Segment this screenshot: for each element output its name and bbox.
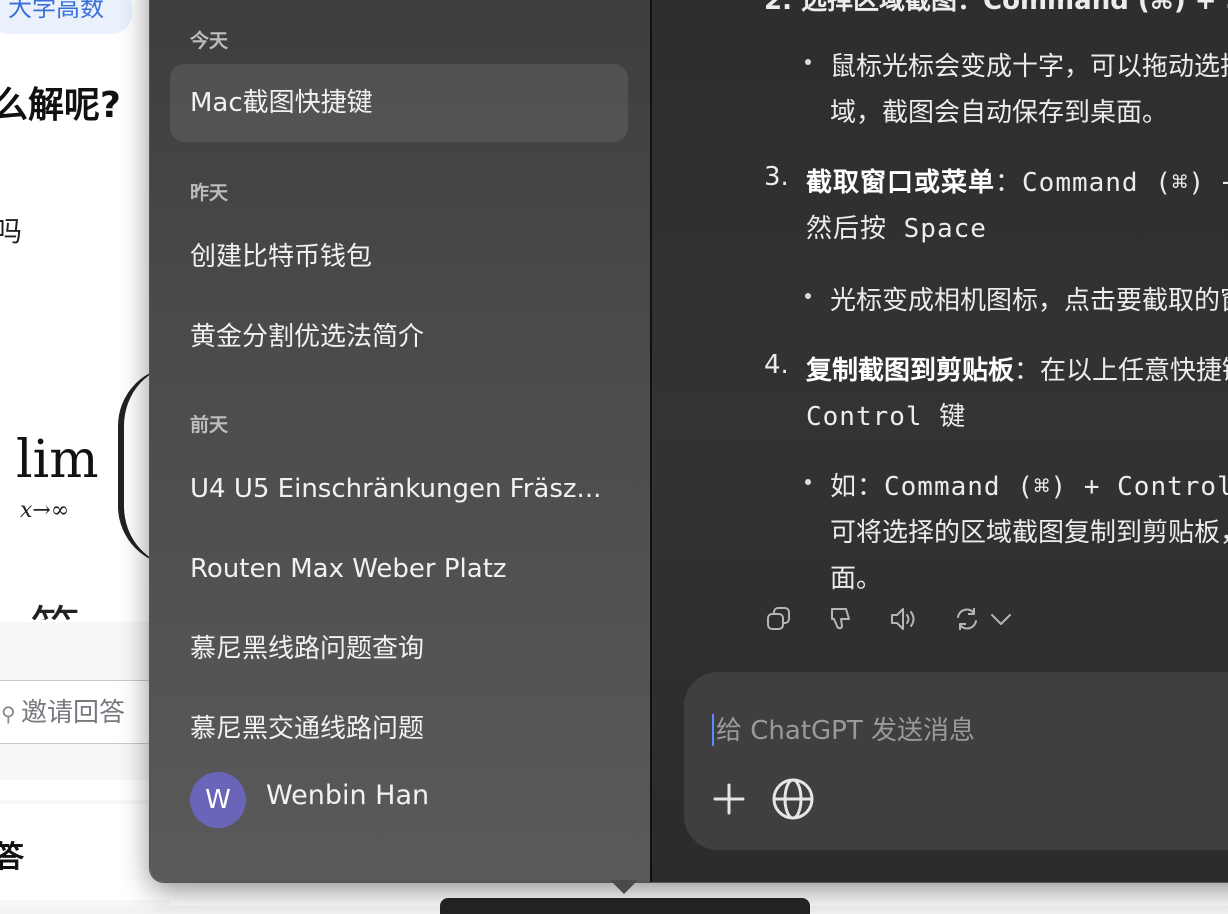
window-pointer [610,880,638,894]
answer-heading: 答 [0,840,24,875]
formula-lim: lim [16,430,99,490]
bullet-dot [805,59,811,65]
globe-search-icon[interactable] [770,776,816,822]
avatar: W [190,772,246,828]
question-text: 吗 [0,215,23,248]
step4-bullet-line1: 如：Command (⌘) + Control + Shift + 4 [830,472,1228,502]
chat-item-u4-u5[interactable]: U4 U5 Einschränkungen Fräsz... [170,450,628,528]
step2-bullet-line2: 域，截图会自动保存到桌面。 [830,98,1169,128]
person-add-icon: ⚲ [1,702,16,726]
step4-title: 复制截图到剪贴板 [806,356,1015,386]
question-heading: 么解呢? [0,85,121,126]
chat-item-bitcoin-wallet[interactable]: 创建比特币钱包 [170,218,628,296]
thumbs-down-icon[interactable] [826,604,856,634]
chat-item-munich-transit[interactable]: 慕尼黑交通线路问题 [170,690,628,768]
step3-bullet-line1: 光标变成相机图标，点击要截取的窗口 [830,286,1228,316]
step4-number: 4. [764,350,789,380]
formula-caption-glyph: 筘 [30,590,80,620]
formula-caption: 筘 [0,560,170,620]
conversation-area: 2. 选择区域截图：Command (⌘) + Shift + 4 鼠标光标会变… [652,0,1228,882]
step2-bullet-line1: 鼠标光标会变成十字，可以拖动选择区 [830,52,1228,82]
invite-answer-button[interactable]: ⚲ 邀请回答 [0,680,160,744]
page-card [0,780,170,800]
attach-plus-icon[interactable] [712,782,746,816]
chatgpt-window: 今天 Mac截图快捷键 昨天 创建比特币钱包 黄金分割优选法简介 前天 U4 U… [150,0,1228,882]
regenerate-icon[interactable] [952,604,982,634]
step4-bullet-line2: 可将选择的区域截图复制到剪贴板，而不是桌 [830,518,1228,548]
section-label-yesterday: 昨天 [190,182,229,204]
step3-title: 截取窗口或菜单 [806,168,996,198]
message-input[interactable] [714,710,1228,752]
message-composer [684,672,1228,850]
chat-item-routen[interactable]: Routen Max Weber Platz [170,530,628,608]
topic-tag[interactable]: 大学高数 [0,0,132,34]
step4-text: ：在以上任意快捷键中加上 [1014,356,1228,386]
formula-subscript: x→∞ [20,498,70,523]
chat-item-mac-screenshot[interactable]: Mac截图快捷键 [170,64,628,142]
chevron-down-icon[interactable] [986,604,1016,634]
bullet-dot [805,479,811,485]
copy-icon[interactable] [764,604,794,634]
read-aloud-icon[interactable] [888,604,918,634]
user-name: Wenbin Han [266,780,430,811]
step4-bullet-line3: 面。 [830,564,883,594]
sidebar: 今天 Mac截图快捷键 昨天 创建比特币钱包 黄金分割优选法简介 前天 U4 U… [150,0,650,882]
section-label-day-before: 前天 [190,414,229,436]
dock-tab [440,898,810,914]
bullet-dot [805,293,811,299]
chat-item-golden-section[interactable]: 黄金分割优选法简介 [170,298,628,376]
answer-card [0,804,170,900]
step4-line2: Control 键 [806,402,967,432]
section-label-today: 今天 [190,30,229,52]
chat-item-munich-route-query[interactable]: 慕尼黑线路问题查询 [170,610,628,688]
step3-number: 3. [764,162,789,192]
step2-partial-line: 2. 选择区域截图：Command (⌘) + Shift + 4 [764,0,1228,16]
step3-line2: 然后按 Space [806,214,987,244]
step3-shortcut: ：Command (⌘) + Shift + 4， [995,168,1228,198]
invite-answer-label: 邀请回答 [21,698,126,728]
